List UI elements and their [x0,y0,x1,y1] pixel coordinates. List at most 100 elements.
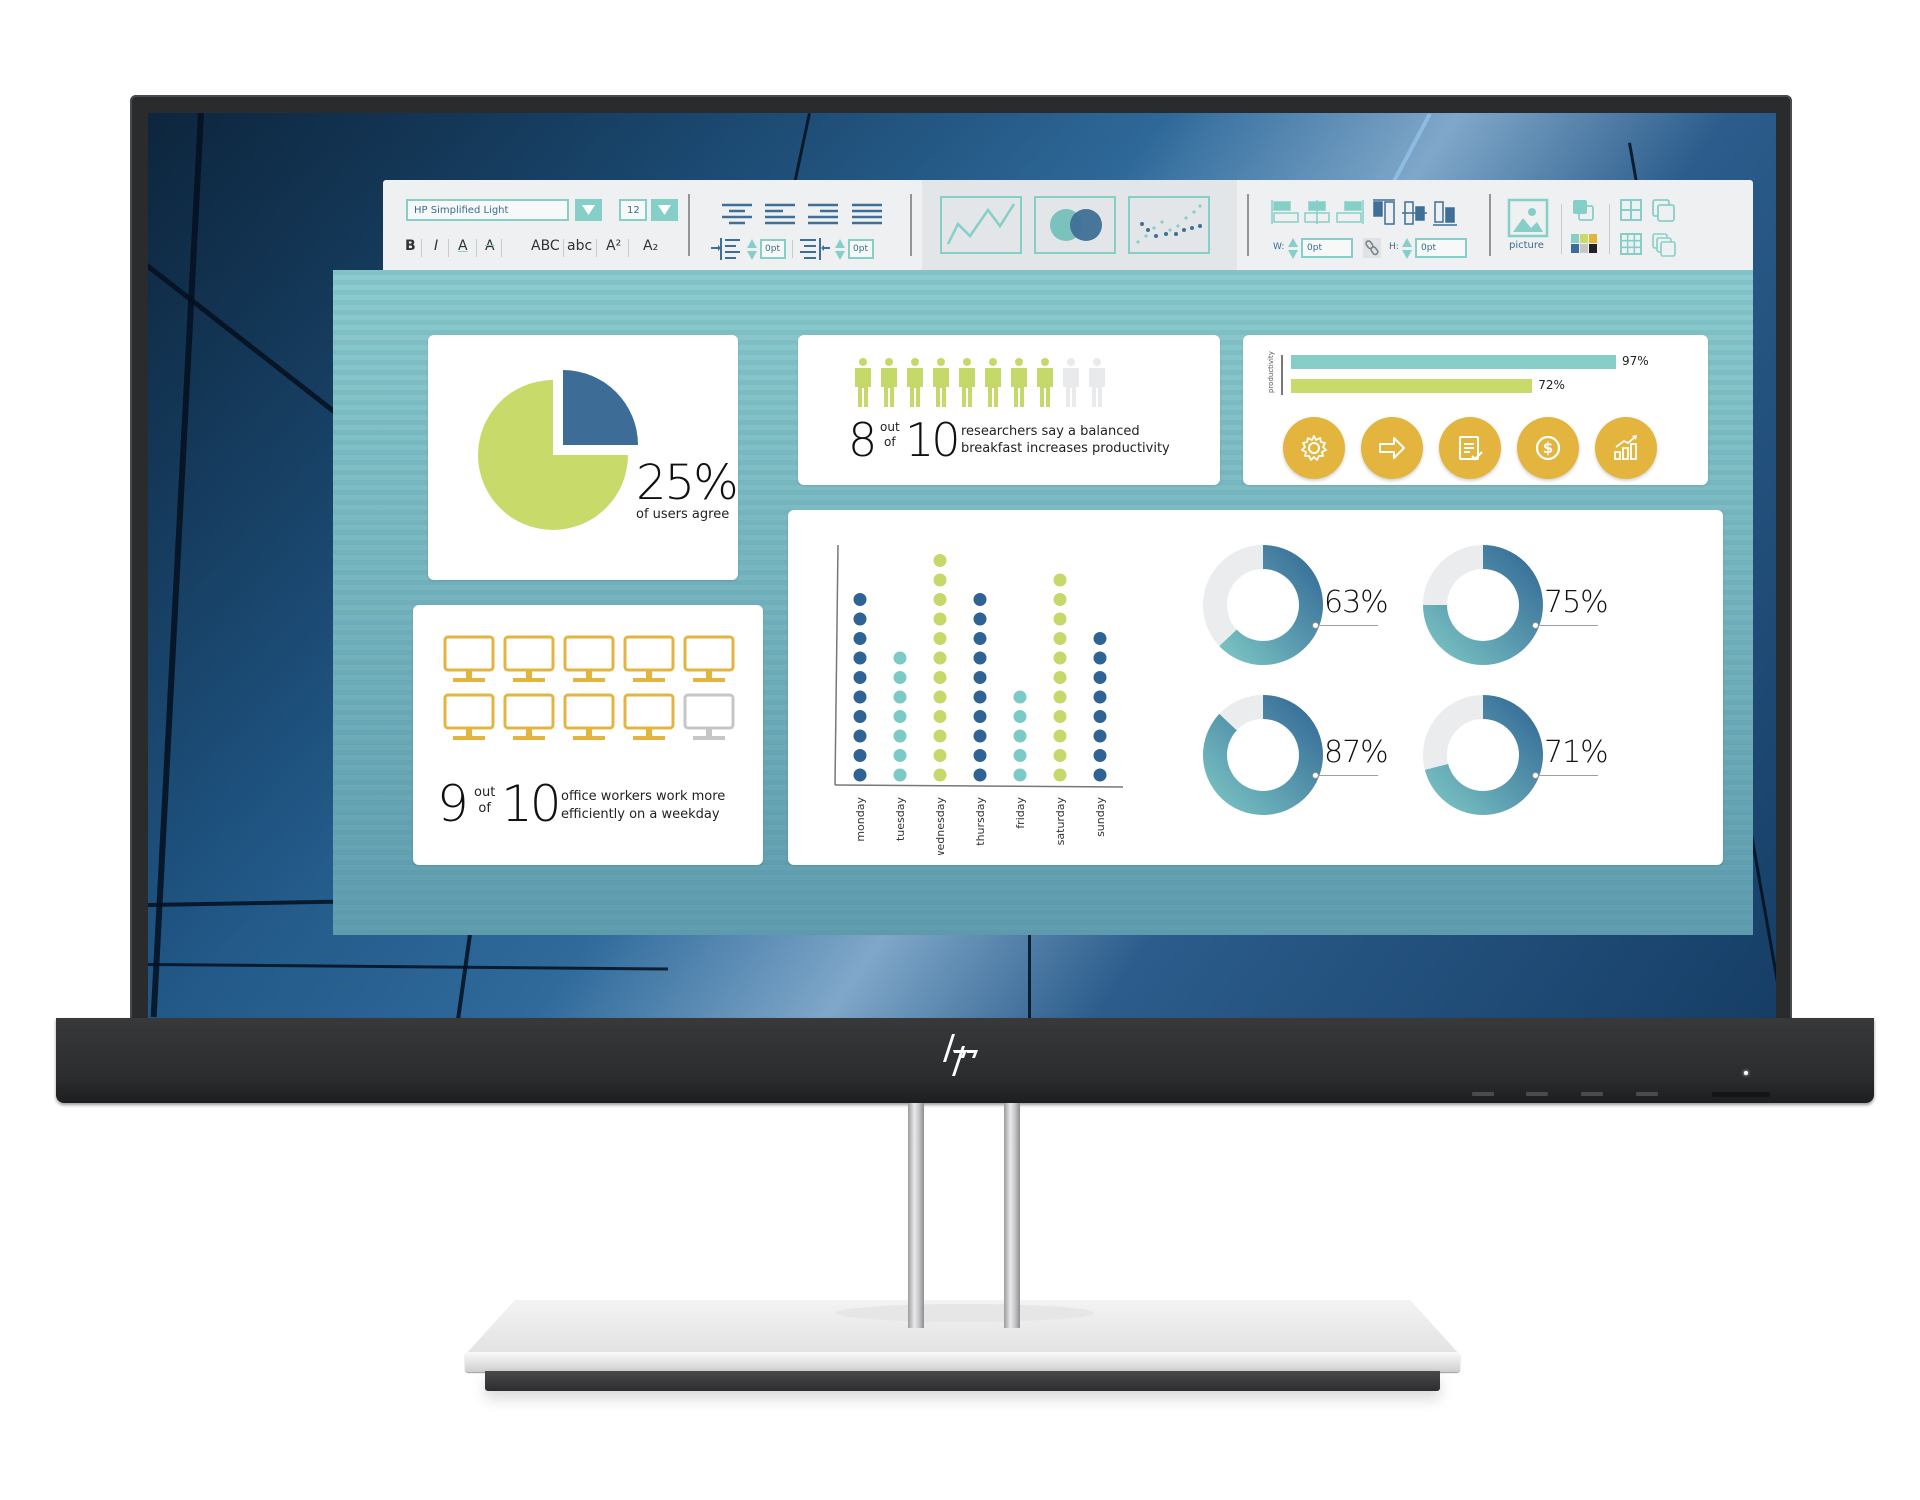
color-swatch[interactable] [1580,234,1588,243]
office-workers-card[interactable]: 9 out of 10 office workers work more effic… [413,605,763,865]
align-objects-icons[interactable] [1271,198,1461,228]
separator [628,239,629,257]
data-dot-wednesday [933,632,947,645]
stand-base-mount [836,1304,1094,1322]
monitor-icon [563,693,615,740]
multi-duplicate-icon[interactable] [1651,232,1679,260]
productivity-icon-row: $ [1283,417,1683,481]
italic-button[interactable]: I [434,238,438,254]
donut-percentage-label: 87% [1324,735,1389,770]
line-chart-button[interactable] [940,196,1022,254]
table-3x3-icon[interactable] [1619,232,1643,256]
osd-button-3[interactable] [1581,1092,1603,1096]
data-dot-tuesday [893,768,907,782]
separator [501,239,502,257]
underline-button[interactable]: A [458,238,468,254]
data-dot-sunday [1093,632,1107,645]
link-aspect-icon[interactable] [1363,238,1381,258]
checklist-button[interactable] [1439,417,1501,479]
font-name-dropdown[interactable] [575,199,602,221]
arrow-right-button[interactable] [1361,417,1423,479]
spinner-icon[interactable] [1287,237,1299,261]
subscript-button[interactable]: A₂ [643,238,658,254]
align-center-icon[interactable] [720,202,754,226]
data-dot-friday [1013,690,1027,704]
monitor-icons [443,635,743,745]
height-label: H: [1389,242,1399,252]
office-out-of: out of [474,785,495,817]
indent-left-input[interactable]: 0pt [760,239,786,259]
table-2x2-icon[interactable] [1619,198,1643,222]
hp-logo-icon [943,1034,978,1076]
venn-diagram-button[interactable] [1034,196,1116,254]
growth-chart-button[interactable] [1595,417,1657,479]
font-name-input[interactable]: HP Simplified Light [406,199,569,221]
dollar-button[interactable]: $ [1517,417,1579,479]
color-swatch[interactable] [1589,234,1597,243]
data-dot-thursday [973,729,987,743]
color-swatch[interactable] [1589,244,1597,253]
duplicate-icon[interactable] [1651,198,1677,224]
align-right-icon[interactable] [806,202,840,226]
weekly-stats-card[interactable]: monday tuesday wednesday thursday friday satu… [788,510,1723,865]
spinner-icon[interactable] [746,238,758,262]
person-icon [855,358,871,407]
scatter-plot-button[interactable] [1128,196,1210,254]
copy-group [1651,180,1701,270]
osd-button-4[interactable] [1636,1092,1658,1096]
uppercase-button[interactable]: ABC [531,238,560,254]
power-button[interactable] [1712,1092,1770,1097]
color-swatch[interactable] [1571,244,1579,253]
y-axis [834,544,839,786]
arrange-layers-icon[interactable] [1571,198,1597,222]
osd-button-2[interactable] [1526,1092,1548,1096]
indent-left-icon[interactable] [710,236,744,262]
monitor-icon [683,693,735,740]
lowercase-button[interactable]: abc [567,238,592,254]
data-dot-thursday [973,632,987,645]
indent-right-icon[interactable] [798,236,832,262]
data-dot-wednesday [933,749,947,762]
align-justify-icon[interactable] [850,202,884,226]
picture-label: picture [1509,240,1544,251]
arrange-size-group: W: 0pt H: 0pt [1259,180,1479,270]
researchers-card[interactable]: 8 out of 10 researchers say a balanced bre… [798,335,1220,485]
presentation-app-window: HP Simplified Light 12 B I A A ABC abc A… [333,180,1753,935]
color-swatch[interactable] [1580,244,1588,253]
spinner-icon[interactable] [1401,237,1413,261]
height-input[interactable]: 0pt [1415,238,1467,258]
person-icon [1037,358,1053,407]
picture-button[interactable]: picture [1507,198,1553,260]
productivity-card[interactable]: productivity 97% 72% $ [1243,335,1708,485]
monitor-icon [623,635,675,682]
superscript-button[interactable]: A² [606,238,621,254]
data-dot-saturday [1053,651,1067,665]
pie-card[interactable]: 25% of users agree [428,335,739,580]
data-dot-thursday [973,749,987,762]
separator [563,239,564,257]
strikethrough-button[interactable]: A [485,238,495,254]
chevron-down-icon [658,205,671,215]
color-swatches-icon[interactable] [1571,234,1599,254]
data-dot-saturday [1053,632,1067,645]
font-size-dropdown[interactable] [651,199,678,221]
gear-button[interactable] [1283,417,1345,479]
width-input[interactable]: 0pt [1301,238,1353,258]
font-size-input[interactable]: 12 [619,199,647,221]
wallpaper-line [150,113,204,1018]
spinner-icon[interactable] [834,238,846,262]
data-dot-tuesday [893,749,907,762]
color-swatch[interactable] [1571,234,1579,243]
pie-percentage: 25% [636,455,739,511]
osd-button-1[interactable] [1472,1092,1494,1096]
bold-button[interactable]: B [405,238,416,254]
chart-insert-group [922,180,1237,270]
indent-right-input[interactable]: 0pt [848,239,874,259]
person-icon [985,358,1001,407]
data-dot-thursday [973,612,987,626]
pie-value: 25 [636,455,695,511]
align-left-icon[interactable] [763,202,797,226]
data-dot-sunday [1093,710,1107,723]
data-dot-monday [853,632,867,645]
person-icon [933,358,949,407]
